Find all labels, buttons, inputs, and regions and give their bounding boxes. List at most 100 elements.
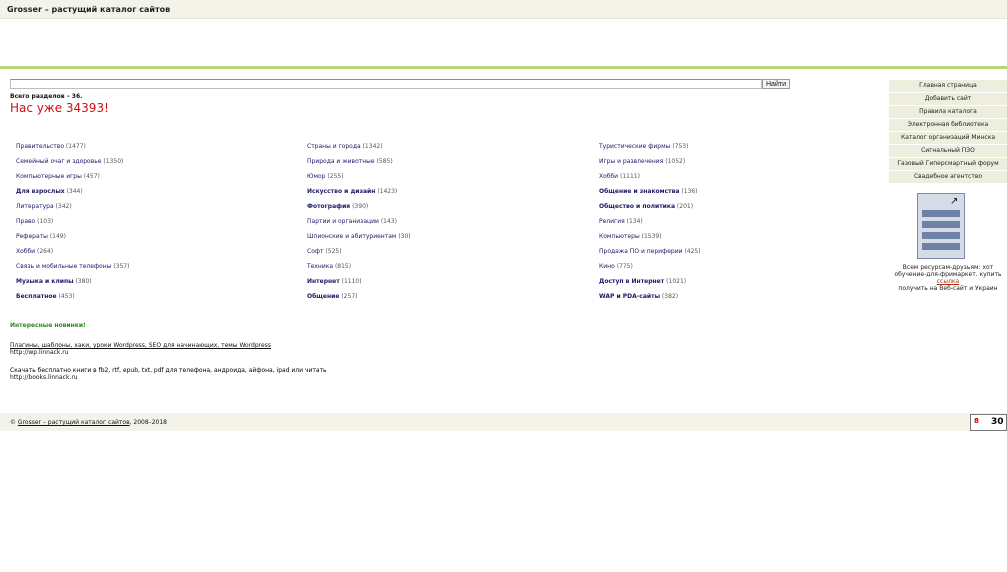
category-link[interactable]: Литература xyxy=(16,203,54,210)
banner-stripe xyxy=(922,221,960,228)
category-link[interactable]: Компьютерные игры xyxy=(16,173,82,180)
category-count: (390) xyxy=(352,203,369,210)
category-link[interactable]: Бесплатное xyxy=(16,293,57,300)
banner-caption: Всем ресурсам-друзьям: хот обучение-для-… xyxy=(889,264,1007,292)
search-button[interactable]: Найти xyxy=(762,79,790,89)
category-link[interactable]: Для взрослых xyxy=(16,188,65,195)
category-count: (1021) xyxy=(666,278,687,285)
banner-image[interactable]: ↗ xyxy=(917,193,965,259)
category-link[interactable]: Техника xyxy=(307,263,333,270)
category-item: Связь и мобильные телефоны (357) xyxy=(16,262,129,277)
category-count: (525) xyxy=(325,248,342,255)
ad-block-1: Плагины, шаблоны, хаки, уроки Wordpress,… xyxy=(10,342,271,356)
category-count: (1342) xyxy=(362,143,383,150)
category-item: Интернет (1110) xyxy=(307,277,411,292)
category-link[interactable]: Игры и развлечения xyxy=(599,158,663,165)
copyright-years: , 2008–2018 xyxy=(129,419,167,426)
category-link[interactable]: Юмор xyxy=(307,173,325,180)
category-item: Общество и политика (201) xyxy=(599,202,701,217)
banner-caption-link[interactable]: ссылка xyxy=(937,278,959,285)
ad-link[interactable]: Плагины, шаблоны, хаки, уроки Wordpress,… xyxy=(10,342,271,349)
banner-caption-line: получить на Веб-сайт и Украин xyxy=(898,285,998,292)
sidebar-item[interactable]: Добавить сайт xyxy=(889,93,1007,106)
category-item: Продажа ПО и периферии (425) xyxy=(599,247,701,262)
category-link[interactable]: Семейный очаг и здоровье xyxy=(16,158,101,165)
category-item: Для взрослых (344) xyxy=(16,187,129,202)
category-link[interactable]: Музыка и клипы xyxy=(16,278,74,285)
category-column-3: Туристические фирмы (753) Игры и развлече… xyxy=(599,142,701,322)
category-count: (342) xyxy=(55,203,72,210)
visitor-count: Нас уже 34393! xyxy=(10,101,109,115)
ad-url: http://books.linnack.ru xyxy=(10,374,78,381)
category-link[interactable]: Право xyxy=(16,218,35,225)
search-input[interactable] xyxy=(10,79,762,89)
category-link[interactable]: Фотография xyxy=(307,203,350,210)
category-item: Игры и развлечения (1052) xyxy=(599,157,701,172)
category-item: Компьютерные игры (457) xyxy=(16,172,129,187)
category-item: Доступ в Интернет (1021) xyxy=(599,277,701,292)
visit-counter[interactable]: 8 30 xyxy=(970,414,1007,431)
category-link[interactable]: Хобби xyxy=(16,248,35,255)
category-link[interactable]: Общение xyxy=(307,293,339,300)
category-count: (1110) xyxy=(341,278,362,285)
category-item: Кино (775) xyxy=(599,262,701,277)
category-link[interactable]: Искусство и дизайн xyxy=(307,188,375,195)
category-link[interactable]: Религия xyxy=(599,218,625,225)
category-link[interactable]: Страны и города xyxy=(307,143,361,150)
category-link[interactable]: Шпионские и абитуриентам xyxy=(307,233,396,240)
category-link[interactable]: Общество и политика xyxy=(599,203,675,210)
category-column-2: Страны и города (1342) Природа и животные… xyxy=(307,142,411,322)
sidebar-menu: Главная страница Добавить сайт Правила кат… xyxy=(889,80,1007,184)
sidebar-item[interactable]: Сигнальный ПЗО xyxy=(889,145,1007,158)
category-item: Фотография (390) xyxy=(307,202,411,217)
category-item: Туристические фирмы (753) xyxy=(599,142,701,157)
category-item: Софт (525) xyxy=(307,247,411,262)
category-count: (1477) xyxy=(65,143,86,150)
category-link[interactable]: Рефераты xyxy=(16,233,48,240)
sidebar-item[interactable]: Свадебное агентство xyxy=(889,171,1007,184)
category-item: Религия (134) xyxy=(599,217,701,232)
category-link[interactable]: Интернет xyxy=(307,278,340,285)
category-item: Общение и знакомства (136) xyxy=(599,187,701,202)
sidebar-item[interactable]: Правила каталога xyxy=(889,106,1007,119)
footer-site-link[interactable]: Grosser – растущий каталог сайтов xyxy=(18,419,130,426)
counter-label: 8 xyxy=(974,417,979,425)
category-link[interactable]: Хобби xyxy=(599,173,618,180)
sidebar-item[interactable]: Каталог организаций Минска xyxy=(889,132,1007,145)
category-count: (453) xyxy=(58,293,75,300)
category-item: Хобби (264) xyxy=(16,247,129,262)
header-bar: Grosser – растущий каталог сайтов xyxy=(0,0,1007,19)
category-item: Юмор (255) xyxy=(307,172,411,187)
category-link[interactable]: Компьютеры xyxy=(599,233,640,240)
category-count: (134) xyxy=(626,218,643,225)
category-count: (30) xyxy=(398,233,411,240)
header-divider xyxy=(0,66,1007,69)
category-count: (344) xyxy=(66,188,83,195)
counter-value: 30 xyxy=(991,417,1004,427)
category-item: Шпионские и абитуриентам (30) xyxy=(307,232,411,247)
category-count: (149) xyxy=(49,233,66,240)
footer: © Grosser – растущий каталог сайтов, 200… xyxy=(0,413,1007,431)
category-link[interactable]: Связь и мобильные телефоны xyxy=(16,263,111,270)
total-sections: Всего разделов – 36. xyxy=(10,93,83,100)
arrow-icon: ↗ xyxy=(950,196,959,207)
sidebar-item[interactable]: Главная страница xyxy=(889,80,1007,93)
category-link[interactable]: Доступ в Интернет xyxy=(599,278,664,285)
category-count: (136) xyxy=(681,188,698,195)
category-link[interactable]: Партии и организации xyxy=(307,218,379,225)
copyright: © Grosser – растущий каталог сайтов, 200… xyxy=(10,419,167,426)
interesting-heading: Интересные новинки! xyxy=(10,322,86,329)
sidebar-item[interactable]: Электронная библиотека xyxy=(889,119,1007,132)
category-count: (380) xyxy=(75,278,92,285)
category-link[interactable]: WAP и PDA-сайты xyxy=(599,293,660,300)
category-count: (753) xyxy=(672,143,689,150)
category-link[interactable]: Кино xyxy=(599,263,615,270)
category-link[interactable]: Природа и животные xyxy=(307,158,375,165)
category-link[interactable]: Продажа ПО и периферии xyxy=(599,248,683,255)
category-item: Искусство и дизайн (1423) xyxy=(307,187,411,202)
category-link[interactable]: Правительство xyxy=(16,143,64,150)
category-link[interactable]: Софт xyxy=(307,248,324,255)
sidebar-item[interactable]: Газовый Гиперсмартный форум xyxy=(889,158,1007,171)
category-link[interactable]: Туристические фирмы xyxy=(599,143,670,150)
category-link[interactable]: Общение и знакомства xyxy=(599,188,679,195)
